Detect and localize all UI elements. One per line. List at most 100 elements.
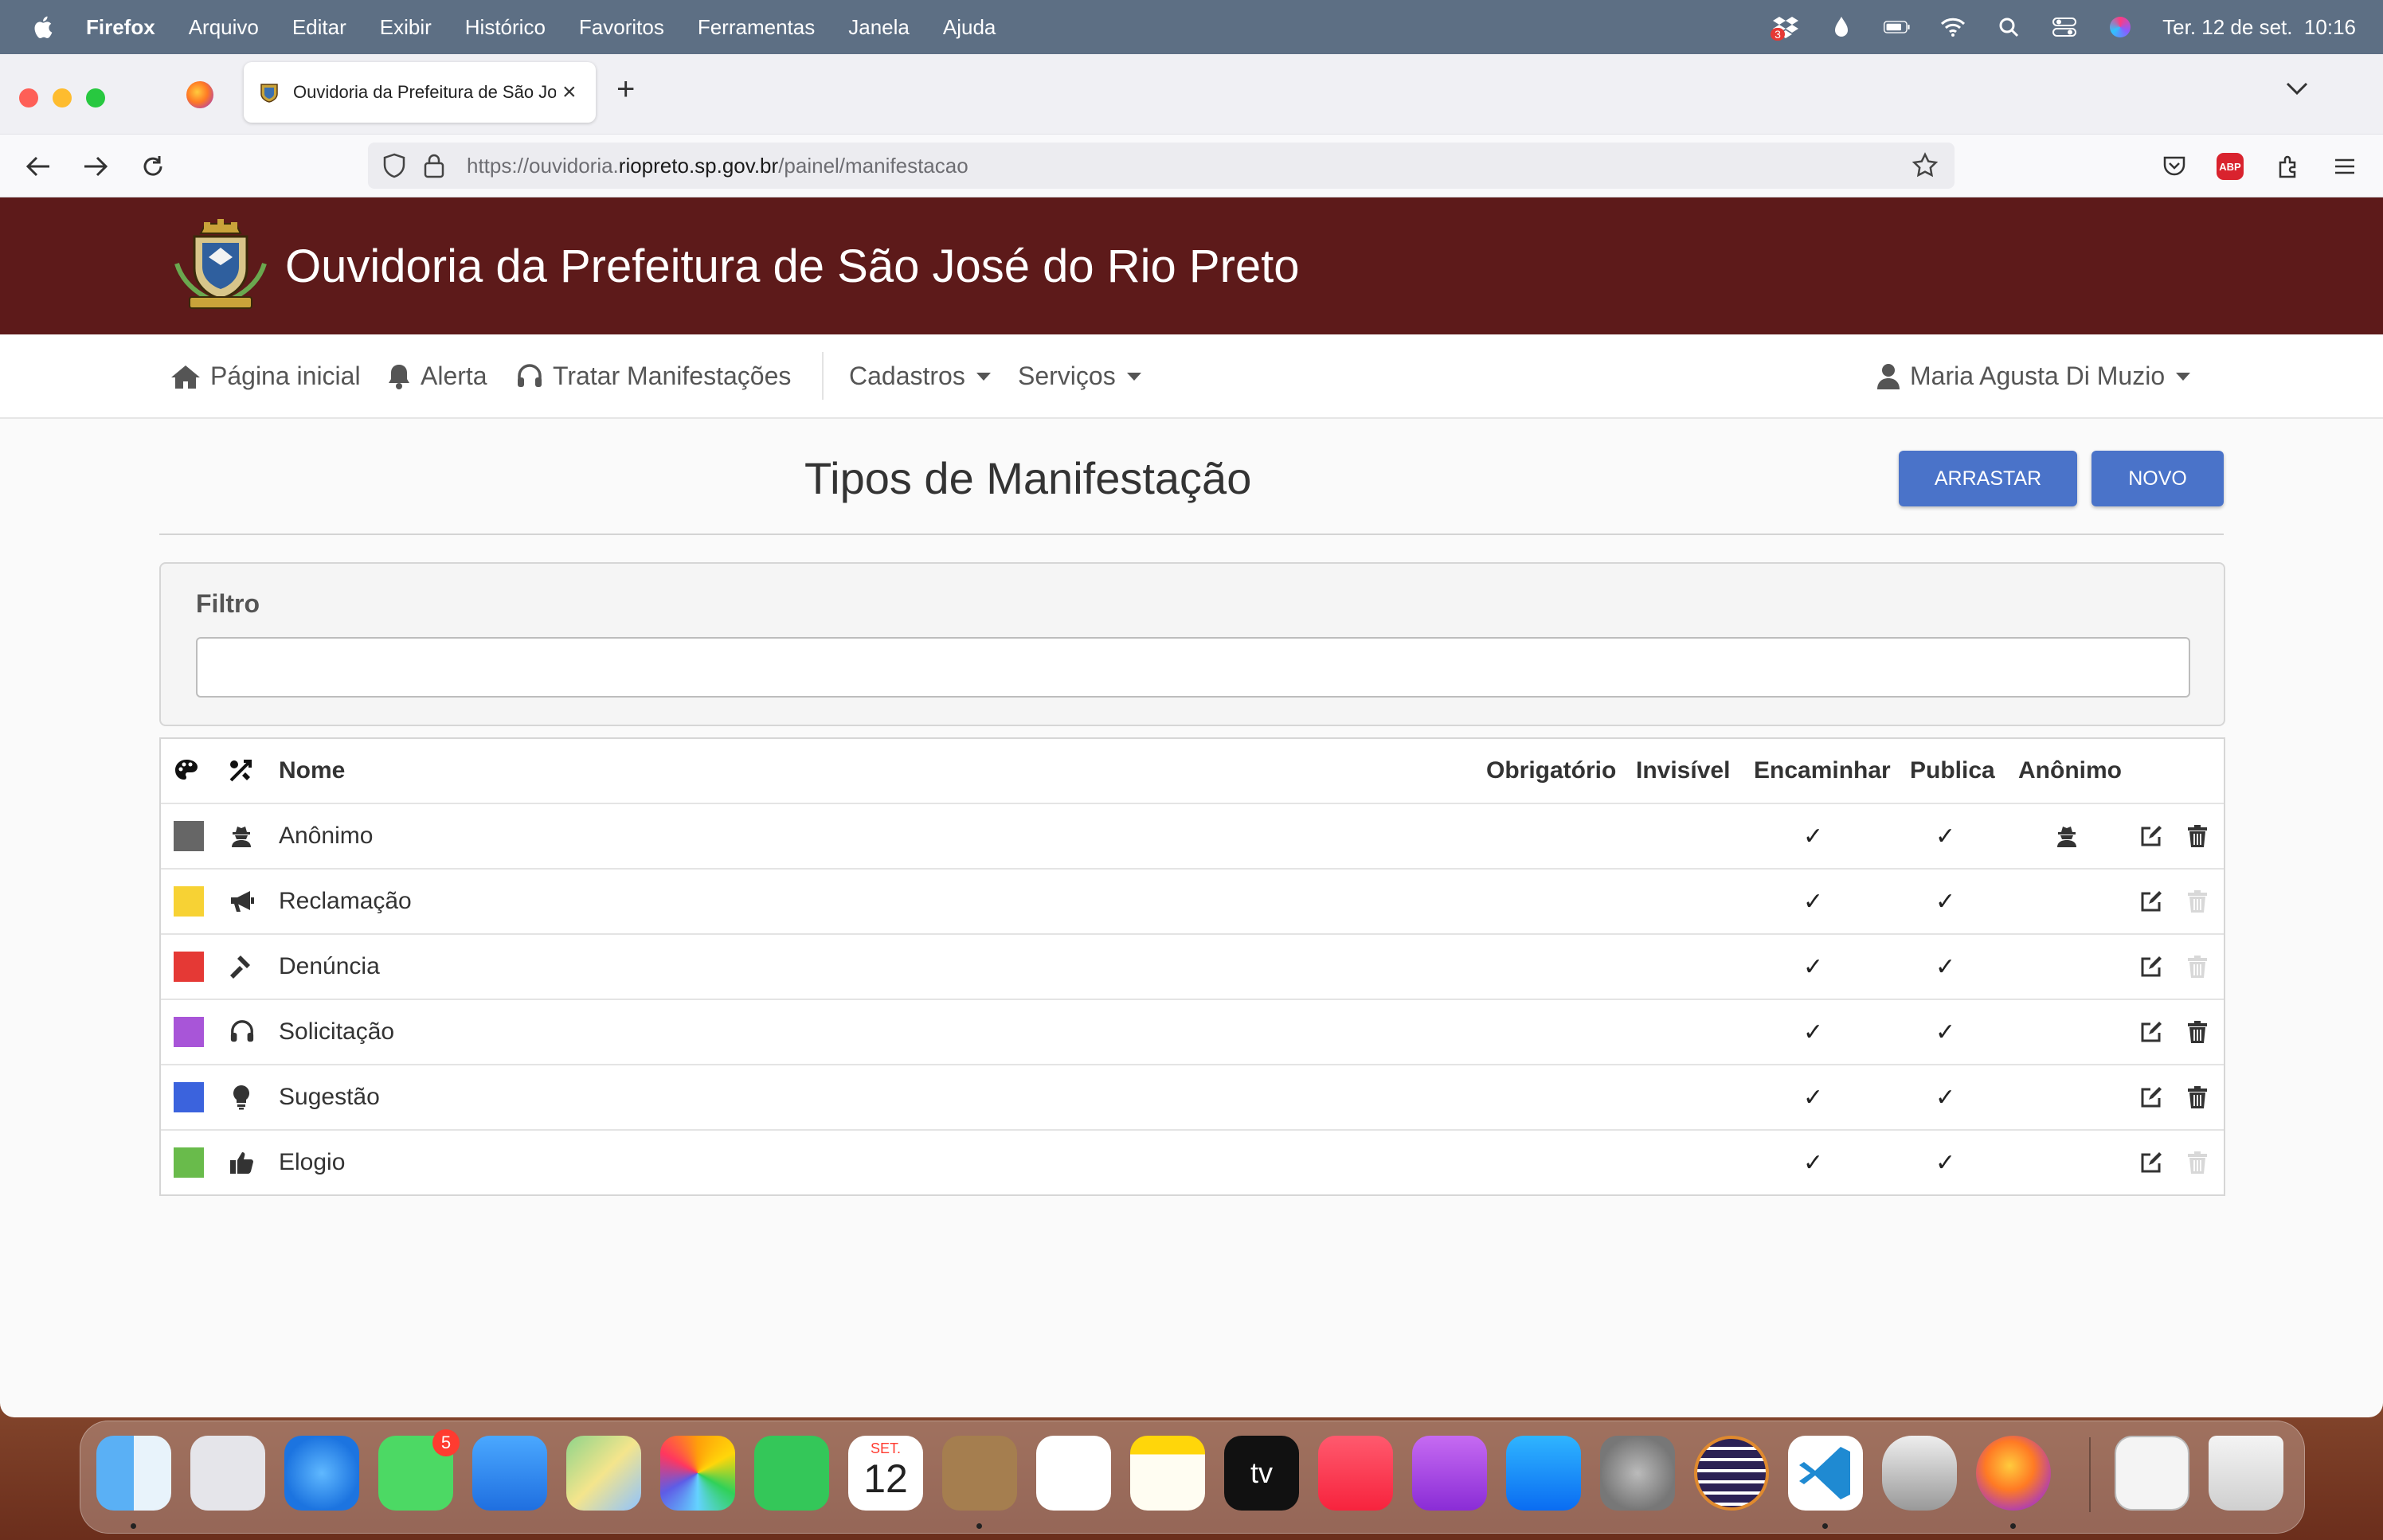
messages-icon[interactable]: 5 bbox=[378, 1429, 460, 1511]
edit-icon[interactable] bbox=[2139, 870, 2163, 933]
siri-icon[interactable] bbox=[2107, 15, 2134, 39]
header-publish[interactable]: Publica bbox=[1910, 739, 1995, 803]
running-indicator bbox=[976, 1523, 982, 1529]
city-coat-of-arms-logo[interactable] bbox=[169, 216, 272, 316]
header-invisible[interactable]: Invisível bbox=[1636, 739, 1730, 803]
edit-icon[interactable] bbox=[2139, 1065, 2163, 1129]
trash-icon[interactable] bbox=[2187, 1065, 2208, 1129]
app-store-icon[interactable] bbox=[1506, 1436, 1581, 1511]
dropbox-icon[interactable]: 3 bbox=[1771, 15, 1799, 41]
menu-ajuda[interactable]: Ajuda bbox=[943, 15, 996, 40]
drop-icon[interactable] bbox=[1828, 15, 1855, 39]
calendar-icon[interactable]: SET. 12 bbox=[848, 1436, 923, 1511]
eclipse-ide-icon[interactable] bbox=[1694, 1436, 1769, 1511]
color-swatch bbox=[174, 1082, 204, 1112]
music-icon[interactable] bbox=[1318, 1436, 1393, 1511]
control-center-icon[interactable] bbox=[2051, 15, 2078, 39]
user-icon bbox=[1877, 363, 1900, 389]
window-close-button[interactable] bbox=[19, 88, 38, 107]
browser-tab[interactable]: Ouvidoria da Prefeitura de São José do R… bbox=[244, 62, 596, 123]
vscode-icon[interactable] bbox=[1788, 1436, 1863, 1511]
reminders-icon[interactable] bbox=[1036, 1436, 1111, 1511]
wifi-icon[interactable] bbox=[1939, 15, 1966, 39]
notes-icon[interactable] bbox=[1130, 1436, 1205, 1511]
dock-separator bbox=[2089, 1437, 2091, 1512]
pocket-icon[interactable] bbox=[2158, 150, 2190, 182]
launchpad-icon[interactable] bbox=[190, 1436, 265, 1511]
forward-arrow-icon[interactable] bbox=[80, 150, 112, 182]
nav-user-dropdown[interactable]: Maria Agusta Di Muzio bbox=[1876, 362, 2191, 391]
tracking-shield-icon[interactable] bbox=[382, 153, 406, 178]
header-required[interactable]: Obrigatório bbox=[1486, 739, 1616, 803]
system-settings-icon[interactable] bbox=[1600, 1436, 1675, 1511]
battery-icon[interactable] bbox=[1884, 15, 1911, 39]
header-forward[interactable]: Encaminhar bbox=[1754, 739, 1891, 803]
color-swatch bbox=[174, 1017, 204, 1047]
apple-icon[interactable] bbox=[30, 14, 57, 41]
table-row[interactable]: Anônimo ✓ ✓ bbox=[161, 804, 2224, 870]
extensions-puzzle-icon[interactable] bbox=[2271, 150, 2303, 182]
menubar-clock[interactable]: Ter. 12 de set. 10:16 bbox=[2162, 15, 2356, 40]
menu-janela[interactable]: Janela bbox=[848, 15, 910, 40]
trash-bin-icon[interactable] bbox=[2209, 1436, 2283, 1511]
photos-icon[interactable] bbox=[660, 1436, 735, 1511]
publish-check: ✓ bbox=[1935, 888, 1956, 915]
menu-arquivo[interactable]: Arquivo bbox=[189, 15, 259, 40]
apple-tv-icon[interactable]: tv bbox=[1224, 1436, 1299, 1511]
table-row[interactable]: Sugestão ✓ ✓ bbox=[161, 1065, 2224, 1131]
contacts-icon[interactable] bbox=[942, 1436, 1017, 1511]
menu-app-name[interactable]: Firefox bbox=[86, 15, 155, 40]
firefox-dock-icon[interactable] bbox=[1976, 1436, 2051, 1511]
window-zoom-button[interactable] bbox=[86, 88, 105, 107]
header-name[interactable]: Nome bbox=[279, 739, 345, 803]
window-minimize-button[interactable] bbox=[53, 88, 72, 107]
bookmark-star-icon[interactable] bbox=[1911, 152, 1939, 179]
new-tab-icon[interactable]: + bbox=[616, 72, 635, 107]
nav-home[interactable]: Página inicial bbox=[170, 362, 361, 391]
mail-icon[interactable] bbox=[472, 1436, 547, 1511]
url-text[interactable]: https://ouvidoria.riopreto.sp.gov.br/pai… bbox=[467, 154, 968, 178]
menu-favoritos[interactable]: Favoritos bbox=[579, 15, 664, 40]
table-row[interactable]: Elogio ✓ ✓ bbox=[161, 1131, 2224, 1194]
url-bar[interactable]: https://ouvidoria.riopreto.sp.gov.br/pai… bbox=[368, 143, 1955, 189]
filter-card: Filtro bbox=[159, 562, 2225, 726]
safari-icon[interactable] bbox=[284, 1436, 359, 1511]
database-app-icon[interactable] bbox=[1882, 1436, 1957, 1511]
spotlight-icon[interactable] bbox=[1995, 15, 2022, 39]
tab-close-icon[interactable]: × bbox=[562, 79, 577, 106]
podcasts-icon[interactable] bbox=[1412, 1436, 1487, 1511]
firefox-view-icon[interactable] bbox=[186, 81, 213, 108]
table-row[interactable]: Reclamação ✓ ✓ bbox=[161, 870, 2224, 935]
maps-icon[interactable] bbox=[566, 1436, 641, 1511]
menu-editar[interactable]: Editar bbox=[292, 15, 346, 40]
nav-cadastros-dropdown[interactable]: Cadastros bbox=[849, 362, 991, 391]
edit-icon[interactable] bbox=[2139, 804, 2163, 868]
reload-icon[interactable] bbox=[137, 150, 169, 182]
nav-alert[interactable]: Alerta bbox=[387, 362, 487, 391]
facetime-icon[interactable] bbox=[754, 1436, 829, 1511]
adblock-plus-icon[interactable]: ABP bbox=[2214, 150, 2246, 182]
table-row[interactable]: Denúncia ✓ ✓ bbox=[161, 935, 2224, 1000]
edit-icon[interactable] bbox=[2139, 1000, 2163, 1064]
lock-icon[interactable] bbox=[424, 153, 444, 178]
nav-servicos-dropdown[interactable]: Serviços bbox=[1018, 362, 1141, 391]
filter-input[interactable] bbox=[196, 637, 2190, 698]
new-button[interactable]: NOVO bbox=[2091, 451, 2224, 506]
trash-icon[interactable] bbox=[2187, 804, 2208, 868]
back-arrow-icon[interactable] bbox=[22, 150, 54, 182]
edit-icon[interactable] bbox=[2139, 935, 2163, 999]
trash-icon[interactable] bbox=[2187, 1000, 2208, 1064]
list-all-tabs-icon[interactable] bbox=[2286, 81, 2308, 96]
running-indicator bbox=[1822, 1523, 1828, 1529]
minimized-window-thumbnail[interactable] bbox=[2115, 1436, 2189, 1511]
header-anonymous[interactable]: Anônimo bbox=[2018, 739, 2122, 803]
finder-icon[interactable] bbox=[96, 1436, 171, 1511]
table-row[interactable]: Solicitação ✓ ✓ bbox=[161, 1000, 2224, 1065]
menu-ferramentas[interactable]: Ferramentas bbox=[698, 15, 815, 40]
edit-icon[interactable] bbox=[2139, 1131, 2163, 1194]
menu-exibir[interactable]: Exibir bbox=[380, 15, 432, 40]
hamburger-menu-icon[interactable] bbox=[2329, 150, 2361, 182]
drag-button[interactable]: ARRASTAR bbox=[1899, 451, 2077, 506]
menu-historico[interactable]: Histórico bbox=[465, 15, 546, 40]
nav-treat[interactable]: Tratar Manifestações bbox=[516, 362, 791, 391]
